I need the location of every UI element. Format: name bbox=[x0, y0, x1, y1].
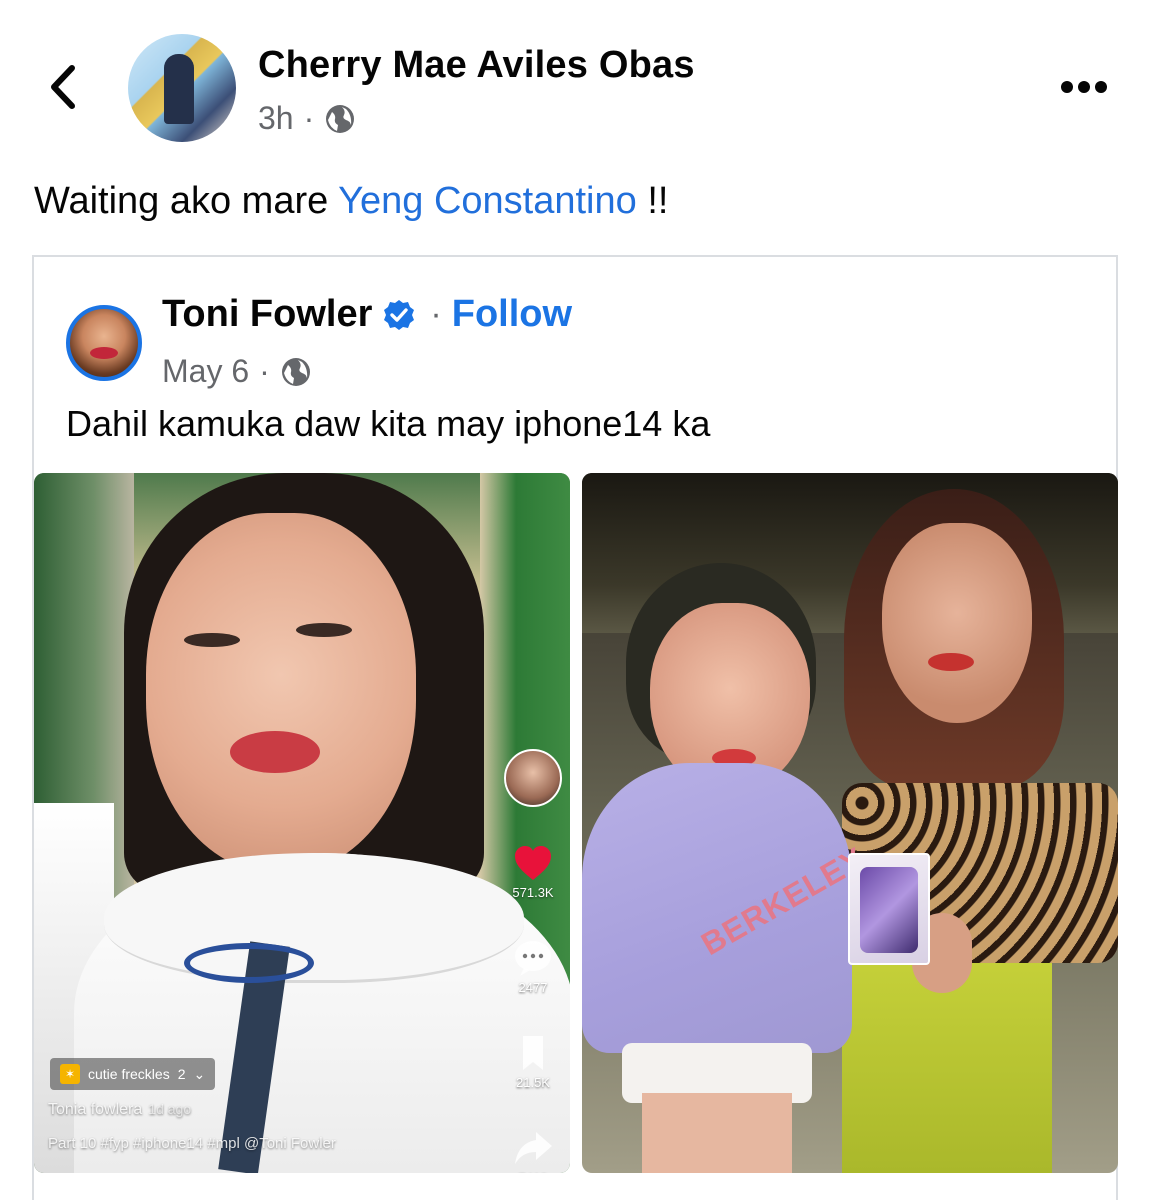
photo-leg bbox=[642, 1093, 792, 1173]
tiktok-posted: 1d ago bbox=[148, 1101, 192, 1117]
photo-eye bbox=[184, 633, 240, 647]
shared-name-row: Toni Fowler · Follow bbox=[162, 293, 572, 336]
share-icon bbox=[515, 1132, 552, 1164]
back-arrow-icon[interactable] bbox=[42, 62, 86, 112]
bookmark-icon bbox=[523, 1036, 543, 1070]
shared-post-card[interactable]: Toni Fowler · Follow May 6 · Dahil kamuk… bbox=[32, 255, 1118, 1200]
post-text-after: !! bbox=[636, 180, 669, 222]
tiktok-caption: Part 10 #fyp #iphone14 #mpl @Toni Fowler bbox=[48, 1135, 336, 1152]
tiktok-actions: 571.3K 2477 21.5K 7412 bbox=[496, 843, 570, 1173]
heart-icon bbox=[515, 846, 551, 880]
meta-separator: · bbox=[303, 100, 315, 136]
shared-meta-separator: · bbox=[259, 353, 270, 389]
photo-eye bbox=[296, 623, 352, 637]
chevron-down-icon: ⌄ bbox=[193, 1065, 206, 1082]
shared-meta: May 6 · bbox=[162, 353, 312, 390]
sound-count: 2 bbox=[177, 1066, 186, 1082]
photo-face bbox=[146, 513, 416, 873]
shares-count: 7412 bbox=[519, 1170, 548, 1173]
more-options-icon[interactable] bbox=[1058, 76, 1110, 98]
comments-count: 2477 bbox=[518, 980, 548, 995]
follow-button[interactable]: Follow bbox=[452, 293, 572, 336]
poster-name[interactable]: Cherry Mae Aviles Obas bbox=[258, 44, 695, 87]
sound-label: cutie freckles bbox=[88, 1066, 170, 1082]
globe-icon bbox=[326, 104, 355, 133]
photo-ribbon bbox=[184, 943, 314, 983]
shared-text: Dahil kamuka daw kita may iphone14 ka bbox=[66, 403, 711, 444]
tiktok-avatar bbox=[504, 749, 562, 807]
comment-icon bbox=[515, 941, 551, 976]
globe-icon bbox=[281, 357, 310, 386]
photo-face bbox=[882, 523, 1032, 723]
poster-avatar[interactable] bbox=[128, 34, 236, 142]
photo-lips bbox=[928, 653, 974, 671]
tiktok-username: Tonia fowlera bbox=[48, 1101, 143, 1118]
post-time[interactable]: 3h bbox=[258, 100, 294, 137]
shared-avatar[interactable] bbox=[66, 305, 142, 381]
photo-collar bbox=[104, 853, 524, 983]
shared-name[interactable]: Toni Fowler bbox=[162, 293, 372, 336]
post-meta: 3h · bbox=[258, 100, 356, 137]
tiktok-sound-tag: ✶ cutie freckles 2 ⌄ bbox=[50, 1058, 216, 1090]
photo-purple-shirt bbox=[582, 763, 852, 1053]
post-text: Waiting ako mare Yeng Constantino !! bbox=[34, 180, 668, 223]
tiktok-user-line: Tonia fowlera 1d ago bbox=[48, 1101, 191, 1119]
likes-count: 571.3K bbox=[512, 885, 554, 900]
photo-lips bbox=[230, 731, 320, 773]
photo-two-women[interactable]: BERKELEY bbox=[582, 473, 1118, 1173]
photo-tiktok-screenshot[interactable]: 571.3K 2477 21.5K 7412 ✶ cutie freckles … bbox=[34, 473, 570, 1173]
mention-link[interactable]: Yeng Constantino bbox=[338, 180, 637, 222]
shared-date[interactable]: May 6 bbox=[162, 353, 249, 390]
name-separator: · bbox=[430, 295, 442, 333]
phone-box-icon bbox=[848, 853, 930, 965]
saves-count: 21.5K bbox=[516, 1075, 550, 1090]
sparkle-icon: ✶ bbox=[60, 1064, 80, 1084]
verified-badge-icon bbox=[384, 299, 415, 330]
post-header: Cherry Mae Aviles Obas 3h · bbox=[0, 0, 1149, 160]
post-text-before: Waiting ako mare bbox=[34, 180, 339, 222]
phone-box-screen bbox=[860, 867, 918, 953]
